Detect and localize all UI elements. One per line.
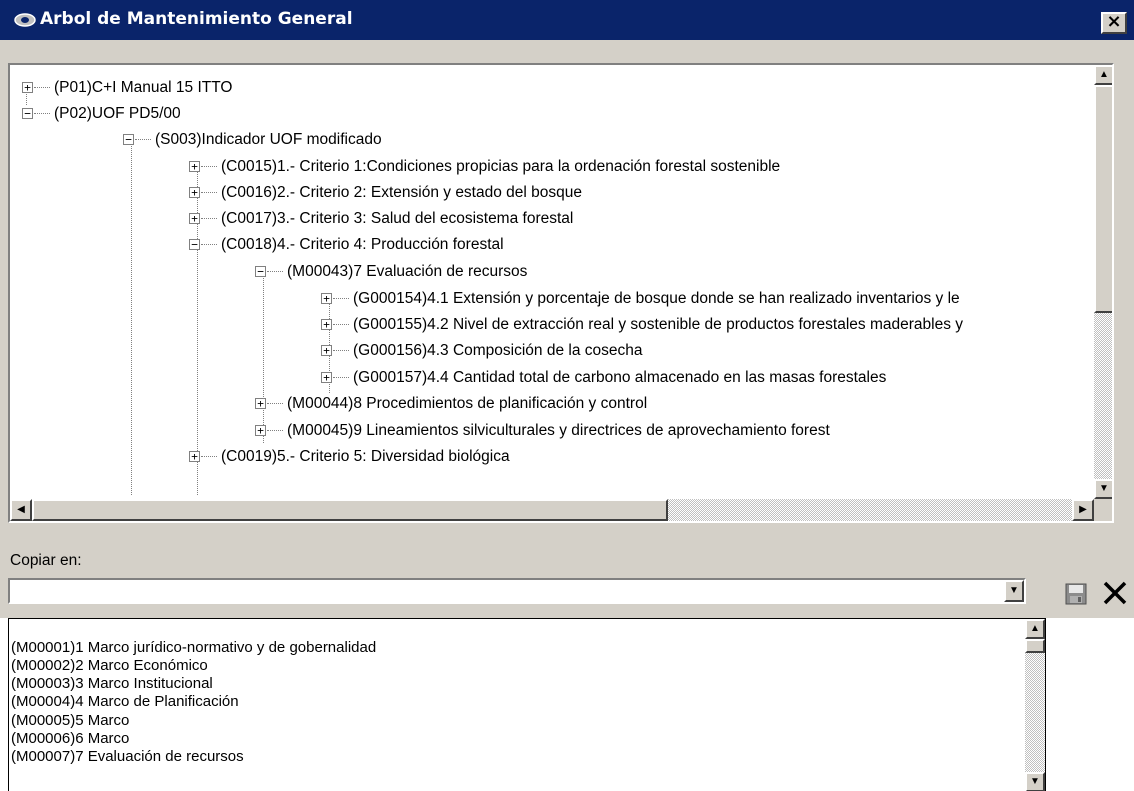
expand-icon[interactable]: + xyxy=(321,293,332,304)
tree-content: + (P01)C+I Manual 15 ITTO − (P02)UOF PD5… xyxy=(10,65,1090,495)
expand-icon[interactable]: + xyxy=(189,213,200,224)
collapse-icon[interactable]: − xyxy=(255,266,266,277)
collapse-icon[interactable]: − xyxy=(189,239,200,250)
tree-connector xyxy=(131,137,132,495)
window-title: Arbol de Mantenimiento General xyxy=(40,9,353,29)
tree-dotted-line xyxy=(201,218,217,219)
copy-to-dropdown-list[interactable]: (M00001)1 Marco jurídico-normativo y de … xyxy=(8,618,1046,791)
expand-icon[interactable]: + xyxy=(22,82,33,93)
tree-node-label[interactable]: (C0018)4.- Criterio 4: Producción forest… xyxy=(221,232,504,258)
copy-to-label: Copiar en: xyxy=(10,552,82,569)
close-button[interactable]: × xyxy=(1101,12,1127,34)
tree-horizontal-scrollbar[interactable]: ◀ ▶ xyxy=(10,499,1094,521)
tree-dotted-line xyxy=(267,403,283,404)
dropdown-arrow-icon[interactable]: ▼ xyxy=(1004,580,1024,602)
tree-vertical-scrollbar[interactable]: ▲ ▼ xyxy=(1094,65,1112,499)
tree-dotted-line xyxy=(267,430,283,431)
expand-icon[interactable]: + xyxy=(321,372,332,383)
dropdown-item[interactable]: (M00007)7 Evaluación de recursos xyxy=(11,748,244,766)
expand-icon[interactable]: + xyxy=(189,161,200,172)
tree-dotted-line xyxy=(201,244,217,245)
tree-dotted-line xyxy=(34,87,50,88)
expand-icon[interactable]: + xyxy=(321,319,332,330)
scroll-right-arrow-icon[interactable]: ▶ xyxy=(1072,499,1094,521)
tree-view[interactable]: + (P01)C+I Manual 15 ITTO − (P02)UOF PD5… xyxy=(8,63,1114,523)
tree-connector xyxy=(263,273,264,443)
save-icon[interactable] xyxy=(1065,583,1087,605)
expand-icon[interactable]: + xyxy=(321,345,332,356)
tree-dotted-line xyxy=(267,271,283,272)
tree-node-label[interactable]: (M00044)8 Procedimientos de planificació… xyxy=(287,391,647,417)
dropdown-item[interactable]: (M00003)3 Marco Institucional xyxy=(11,675,213,693)
tree-node-label[interactable]: (G000154)4.1 Extensión y porcentaje de b… xyxy=(353,286,960,312)
scrollbar-corner xyxy=(1094,499,1112,521)
tree-node-label[interactable]: (P02)UOF PD5/00 xyxy=(54,101,181,127)
copy-to-combobox[interactable]: ▼ xyxy=(8,578,1026,604)
scroll-down-arrow-icon[interactable]: ▼ xyxy=(1025,772,1045,791)
maintenance-tree-window: Arbol de Mantenimiento General × + (P01)… xyxy=(0,0,1134,618)
scroll-up-arrow-icon[interactable]: ▲ xyxy=(1025,619,1045,639)
expand-icon[interactable]: + xyxy=(255,425,266,436)
expand-icon[interactable]: + xyxy=(189,451,200,462)
tree-dotted-line xyxy=(201,192,217,193)
tree-dotted-line xyxy=(333,298,349,299)
dropdown-item[interactable]: (M00002)2 Marco Económico xyxy=(11,657,208,675)
tree-node-label[interactable]: (M00043)7 Evaluación de recursos xyxy=(287,259,527,285)
expand-icon[interactable]: + xyxy=(255,398,266,409)
tree-node-label[interactable]: (C0015)1.- Criterio 1:Condiciones propic… xyxy=(221,154,780,180)
tree-node-label[interactable]: (M00045)9 Lineamientos silviculturales y… xyxy=(287,418,830,444)
scroll-thumb[interactable] xyxy=(1094,85,1112,313)
scroll-thumb[interactable] xyxy=(32,499,668,521)
copy-to-input[interactable] xyxy=(12,581,1002,601)
tree-node-label[interactable]: (P01)C+I Manual 15 ITTO xyxy=(54,75,232,101)
app-icon xyxy=(14,13,36,27)
dropdown-item[interactable]: (M00004)4 Marco de Planificación xyxy=(11,693,239,711)
tree-dotted-line xyxy=(201,166,217,167)
tree-dotted-line xyxy=(333,324,349,325)
tree-node-label[interactable]: (S003)Indicador UOF modificado xyxy=(155,127,382,153)
tree-node-label[interactable]: (G000157)4.4 Cantidad total de carbono a… xyxy=(353,365,886,391)
tree-dotted-line xyxy=(333,377,349,378)
tree-node-label[interactable]: (C0017)3.- Criterio 3: Salud del ecosist… xyxy=(221,206,573,232)
collapse-icon[interactable]: − xyxy=(123,134,134,145)
scroll-thumb[interactable] xyxy=(1025,639,1045,653)
tree-node-label[interactable]: (C0019)5.- Criterio 5: Diversidad biológ… xyxy=(221,444,510,470)
dropdown-vertical-scrollbar[interactable]: ▲ ▼ xyxy=(1025,619,1045,791)
tree-dotted-line xyxy=(34,113,50,114)
expand-icon[interactable]: + xyxy=(189,187,200,198)
dropdown-item[interactable]: (M00005)5 Marco xyxy=(11,712,129,730)
dropdown-item[interactable]: (M00001)1 Marco jurídico-normativo y de … xyxy=(11,639,376,657)
cancel-x-icon[interactable] xyxy=(1100,578,1130,608)
scroll-left-arrow-icon[interactable]: ◀ xyxy=(10,499,32,521)
tree-node-label[interactable]: (G000156)4.3 Composición de la cosecha xyxy=(353,338,643,364)
tree-node-label[interactable]: (G000155)4.2 Nivel de extracción real y … xyxy=(353,312,963,338)
scroll-up-arrow-icon[interactable]: ▲ xyxy=(1094,65,1112,85)
tree-dotted-line xyxy=(333,350,349,351)
title-bar[interactable]: Arbol de Mantenimiento General × xyxy=(0,0,1134,40)
tree-dotted-line xyxy=(135,139,151,140)
tree-dotted-line xyxy=(201,456,217,457)
dropdown-item[interactable]: (M00006)6 Marco xyxy=(11,730,129,748)
collapse-icon[interactable]: − xyxy=(22,108,33,119)
scroll-down-arrow-icon[interactable]: ▼ xyxy=(1094,479,1112,499)
tree-node-label[interactable]: (C0016)2.- Criterio 2: Extensión y estad… xyxy=(221,180,582,206)
